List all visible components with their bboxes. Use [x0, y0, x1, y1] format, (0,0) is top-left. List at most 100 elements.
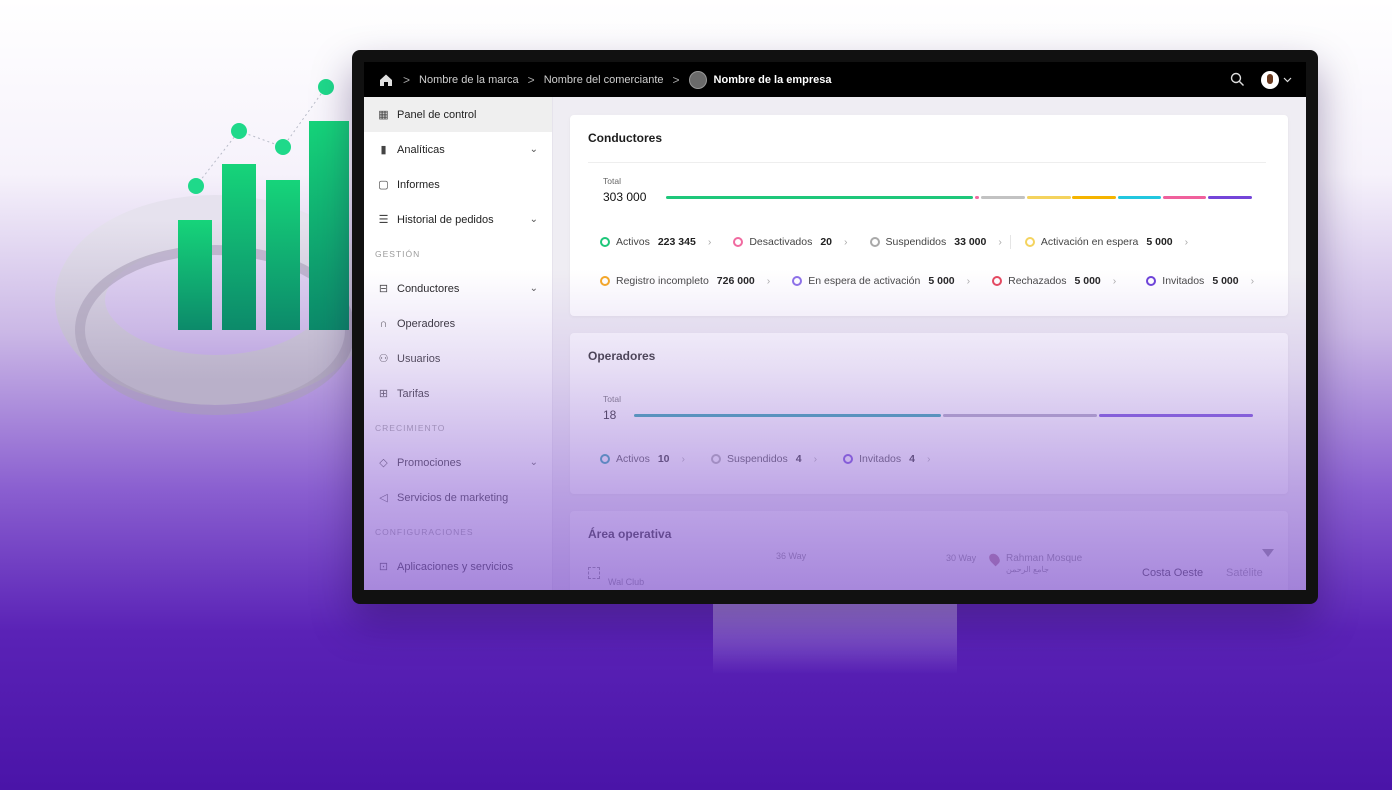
analytics-icon: ▮ — [380, 144, 387, 156]
section-title-growth: CRECIMIENTO — [375, 423, 446, 433]
bar-segment — [666, 196, 973, 199]
status-count: 10 — [657, 453, 670, 465]
status-row: Registro incompleto 726 000 › En espera de … — [600, 275, 1254, 287]
sidebar-item-drivers[interactable]: ⊟ Conductores ⌄ — [364, 271, 552, 306]
status-chip[interactable]: En espera de activación 5 000 › — [792, 275, 970, 287]
operating-area-card: Área operativa 36 Way 30 Way Rahman Mosq… — [570, 511, 1288, 590]
status-count: 20 — [820, 236, 833, 248]
chevron-down-icon: ⌄ — [529, 457, 538, 468]
monitor: > Nombre de la marca > Nombre del comerc… — [352, 50, 1318, 604]
map-pin-icon[interactable] — [987, 551, 1002, 567]
sidebar-item-apps-services[interactable]: ⊡ Aplicaciones y servicios — [364, 549, 552, 584]
section-title-settings: CONFIGURACIONES — [375, 527, 474, 537]
sidebar-item-users[interactable]: ⚇ Usuarios — [364, 341, 552, 376]
status-chip[interactable]: Suspendidos 33 000 › — [869, 236, 1002, 248]
users-icon: ⚇ — [378, 353, 389, 365]
status-ring-icon — [792, 276, 803, 286]
bar-segment — [981, 196, 1025, 199]
map-view-option[interactable]: Satélite — [1226, 567, 1263, 579]
status-ring-icon — [600, 454, 610, 464]
status-label: Activación en espera — [1040, 236, 1139, 248]
card-title: Operadores — [588, 349, 656, 363]
breadcrumb-company: Nombre de la empresa — [713, 73, 832, 86]
sidebar-item-analytics[interactable]: ▮ Analíticas ⌄ — [364, 132, 552, 167]
card-title: Conductores — [588, 131, 663, 145]
sidebar-item-promotions[interactable]: ◇ Promociones ⌄ — [364, 445, 552, 480]
status-ring-icon — [711, 454, 722, 464]
status-ring-icon — [869, 237, 880, 247]
chevron-down-icon: ⌄ — [529, 283, 538, 294]
filter-icon[interactable] — [1262, 549, 1274, 557]
breadcrumb-brand[interactable]: Nombre de la marca — [419, 74, 519, 86]
sidebar-item-operators[interactable]: ∩ Operadores — [364, 306, 552, 341]
chevron-right-icon: > — [672, 72, 680, 87]
sidebar-item-marketing[interactable]: ◁ Servicios de marketing — [364, 480, 552, 515]
sidebar-item-tariffs[interactable]: ⊞ Tarifas — [364, 376, 552, 411]
map-street-label: 36 Way — [776, 551, 807, 561]
status-chip[interactable]: Desactivados 20 › — [733, 236, 848, 248]
card-title: Área operativa — [588, 527, 672, 541]
status-chip[interactable]: Rechazados 5 000 › — [992, 275, 1116, 287]
status-chip[interactable]: Registro incompleto 726 000 › — [600, 275, 770, 287]
status-count: 726 000 — [716, 275, 755, 287]
drivers-card: Conductores Total 303 000 Activos 223 345… — [570, 115, 1288, 316]
sidebar-item-label: Usuarios — [397, 352, 441, 365]
total-label: Total — [603, 176, 621, 186]
account-menu[interactable] — [1261, 70, 1292, 89]
top-bar: > Nombre de la marca > Nombre del comerc… — [364, 62, 1306, 97]
sidebar-item-label: Historial de pedidos — [397, 213, 494, 226]
status-label: Rechazados — [1008, 275, 1067, 287]
map-view-option[interactable]: Costa Oeste — [1142, 567, 1203, 579]
chevron-down-icon — [1283, 77, 1292, 82]
decorative-chart-illustration — [55, 79, 360, 415]
fullscreen-icon[interactable] — [588, 567, 600, 579]
chevron-right-icon: › — [1250, 275, 1255, 287]
status-chip[interactable]: Activos 223 345 › — [600, 236, 711, 248]
status-label: Activos — [616, 236, 650, 248]
status-count: 5 000 — [928, 275, 955, 287]
headset-icon: ∩ — [379, 317, 388, 330]
status-label: Registro incompleto — [616, 275, 709, 287]
sidebar-item-order-history[interactable]: ☰ Historial de pedidos ⌄ — [364, 202, 552, 237]
sidebar-item-label: Analíticas — [397, 143, 445, 156]
home-icon[interactable] — [378, 72, 394, 88]
bar-segment — [634, 414, 941, 417]
chevron-down-icon: ⌄ — [529, 214, 538, 225]
bar-segment — [1118, 196, 1161, 199]
status-ring-icon — [992, 276, 1003, 286]
status-label: Activos — [616, 453, 650, 465]
operators-card: Operadores Total 18 Activos 10 › Suspendido… — [570, 333, 1288, 494]
status-ring-icon — [1146, 276, 1157, 286]
status-label: En espera de activación — [808, 275, 921, 287]
sidebar-item-label: Conductores — [397, 282, 460, 295]
status-count: 4 — [909, 453, 915, 465]
status-label: Desactivados — [749, 236, 813, 248]
sidebar-item-label: Informes — [397, 178, 440, 191]
chevron-right-icon: › — [681, 453, 686, 465]
sidebar: ▦ Panel de control ▮ Analíticas ⌄ ▢ Info… — [364, 97, 553, 590]
status-count: 5 000 — [1074, 275, 1101, 287]
status-chip[interactable]: Invitados 4 › — [843, 453, 930, 465]
map-poi-label: Rahman Mosque — [1006, 553, 1083, 564]
apps-icon: ⊡ — [378, 561, 389, 573]
sidebar-item-dashboard[interactable]: ▦ Panel de control — [364, 97, 552, 132]
chevron-right-icon: > — [527, 72, 535, 87]
chevron-right-icon: › — [844, 236, 848, 248]
map-street-label: 30 Way — [946, 553, 977, 563]
sidebar-item-reports[interactable]: ▢ Informes — [364, 167, 552, 202]
total-value: 303 000 — [603, 190, 647, 204]
status-chip[interactable]: Activación en espera 5 000 › — [1024, 236, 1188, 248]
status-label: Suspendidos — [727, 453, 788, 465]
status-chip[interactable]: Suspendidos 4 › — [711, 453, 817, 465]
bar-segment — [1208, 196, 1252, 199]
car-icon: ⊟ — [378, 283, 389, 295]
status-chip[interactable]: Invitados 5 000 › — [1146, 275, 1254, 287]
status-count: 223 345 — [657, 236, 696, 248]
tariffs-icon: ⊞ — [378, 388, 389, 400]
chevron-right-icon: › — [766, 275, 771, 287]
status-chip[interactable]: Activos 10 › — [600, 453, 685, 465]
status-count: 4 — [795, 453, 802, 465]
breadcrumb-merchant[interactable]: Nombre del comerciante — [544, 74, 664, 86]
sidebar-item-label: Aplicaciones y servicios — [397, 560, 514, 573]
search-icon[interactable] — [1230, 72, 1245, 87]
